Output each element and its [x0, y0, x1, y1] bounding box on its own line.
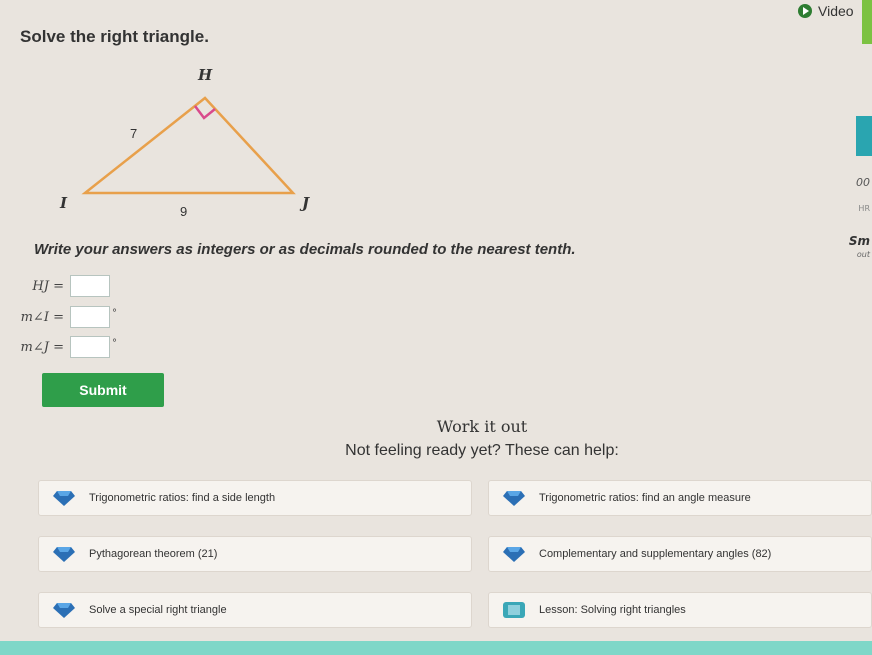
resource-link[interactable]: Pythagorean theorem (21) — [38, 536, 472, 572]
video-link[interactable]: Video — [798, 3, 854, 19]
answer-row-angle-j: m∠J = ° — [10, 336, 117, 358]
answer-row-hj: HJ = — [10, 275, 112, 297]
right-angle-marker — [194, 105, 216, 120]
angle-i-input[interactable] — [70, 306, 110, 328]
resource-name: Complementary and supplementary angles (… — [539, 548, 772, 560]
side-label-ij: 9 — [180, 204, 188, 219]
gem-icon — [53, 547, 75, 562]
video-label: Video — [818, 3, 854, 19]
hj-input[interactable] — [70, 275, 110, 297]
resource-link[interactable]: Trigonometric ratios: find an angle meas… — [488, 480, 872, 516]
angle-j-input[interactable] — [70, 336, 110, 358]
page: 00 HR Sm out Video Solve the right trian… — [0, 0, 872, 655]
instructions: Write your answers as integers or as dec… — [34, 241, 576, 258]
resource-name: Pythagorean theorem (21) — [89, 548, 218, 560]
resource-name: Solve a special right triangle — [89, 604, 227, 616]
sidebar-fragment-b: HR — [858, 204, 870, 213]
resource-link[interactable]: Trigonometric ratios: find a side length — [38, 480, 472, 516]
vertex-label-j: J — [302, 194, 310, 212]
work-it-out-heading: Work it out — [436, 417, 528, 436]
triangle-outline — [81, 96, 296, 195]
submit-button[interactable]: Submit — [42, 373, 164, 407]
problem-title: Solve the right triangle. — [20, 27, 209, 46]
vertex-label-i: I — [60, 194, 68, 212]
gem-icon — [503, 491, 525, 506]
bottom-band — [0, 641, 872, 655]
degree-symbol: ° — [112, 337, 117, 349]
triangle-svg — [81, 96, 296, 195]
sidebar-accent-teal[interactable] — [856, 116, 872, 156]
vertex-label-h: H — [198, 66, 213, 84]
gem-icon — [503, 547, 525, 562]
resource-name: Trigonometric ratios: find an angle meas… — [539, 492, 751, 504]
resource-link[interactable]: Complementary and supplementary angles (… — [488, 536, 872, 572]
sidebar-fragment-a: 00 — [856, 176, 870, 189]
gem-icon — [53, 491, 75, 506]
side-label-hi: 7 — [130, 126, 138, 141]
answer-label-angle-i: m∠I = — [20, 309, 64, 325]
answer-label-angle-j: m∠J = — [20, 339, 64, 355]
resource-link[interactable]: Solve a special right triangle — [38, 592, 472, 628]
answer-row-angle-i: m∠I = ° — [10, 306, 117, 328]
gem-icon — [53, 603, 75, 618]
help-prompt: Not feeling ready yet? These can help: — [345, 442, 619, 459]
degree-symbol: ° — [112, 307, 117, 319]
sidebar-fragment-d: out — [856, 250, 870, 259]
sidebar-fragment-c: Sm — [848, 234, 870, 248]
resource-name: Lesson: Solving right triangles — [539, 604, 686, 616]
resource-name: Trigonometric ratios: find a side length — [89, 492, 276, 504]
right-triangle-diagram: H I J 7 9 — [50, 58, 330, 228]
play-icon — [798, 4, 812, 18]
answer-label-hj: HJ = — [32, 278, 64, 294]
resource-link[interactable]: Lesson: Solving right triangles — [488, 592, 872, 628]
sidebar-accent-top — [862, 0, 872, 44]
lesson-icon — [503, 602, 525, 618]
